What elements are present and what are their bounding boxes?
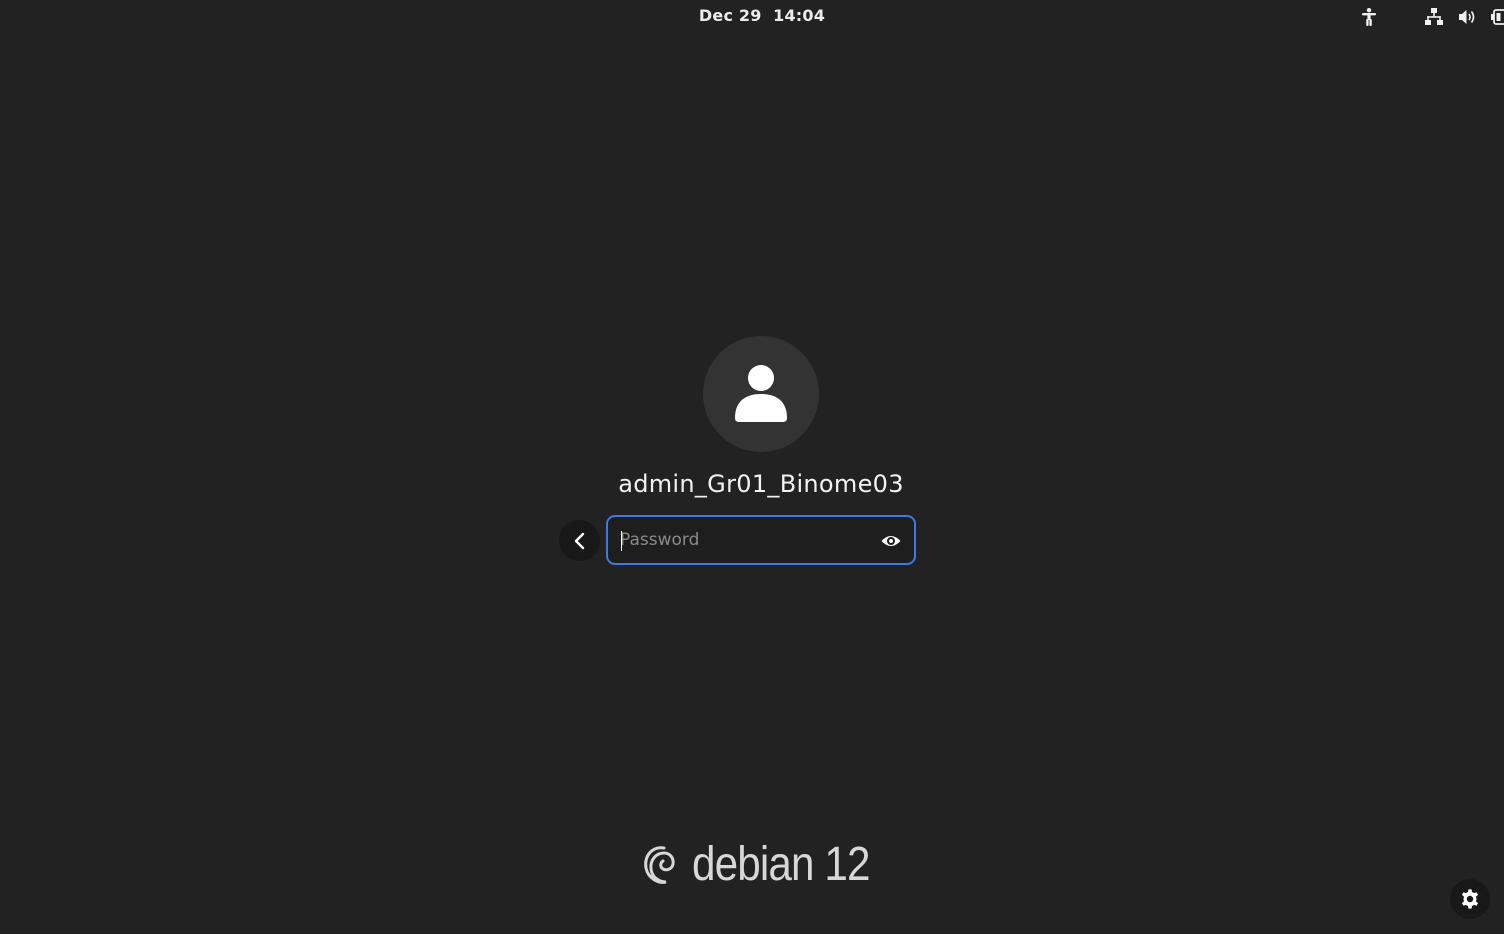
user-avatar [703, 336, 819, 452]
login-screen: Dec 29 14:04 admin_Gr01_Binome03 debian … [0, 0, 1504, 934]
password-field[interactable] [606, 515, 916, 565]
user-avatar-icon [735, 365, 787, 422]
clock-date: Dec 29 [698, 6, 762, 25]
back-button[interactable] [559, 520, 600, 561]
battery-icon[interactable] [1490, 6, 1504, 28]
eye-icon[interactable] [880, 530, 902, 552]
gear-icon [1461, 889, 1479, 909]
network-wired-icon[interactable] [1423, 6, 1445, 28]
distro-name: debian 12 [692, 837, 871, 891]
chevron-left-icon [574, 532, 584, 549]
top-bar: Dec 29 14:04 [0, 0, 1504, 34]
distro-branding: debian 12 [640, 834, 894, 894]
settings-button[interactable] [1450, 879, 1490, 919]
username-label: admin_Gr01_Binome03 [618, 470, 904, 498]
clock[interactable]: Dec 29 14:04 [0, 6, 1504, 25]
text-cursor [621, 531, 622, 551]
accessibility-icon[interactable] [1358, 6, 1380, 28]
password-input[interactable] [620, 517, 870, 563]
debian-swirl-icon [644, 846, 675, 884]
clock-time: 14:04 [773, 6, 826, 25]
volume-icon[interactable] [1456, 6, 1478, 28]
